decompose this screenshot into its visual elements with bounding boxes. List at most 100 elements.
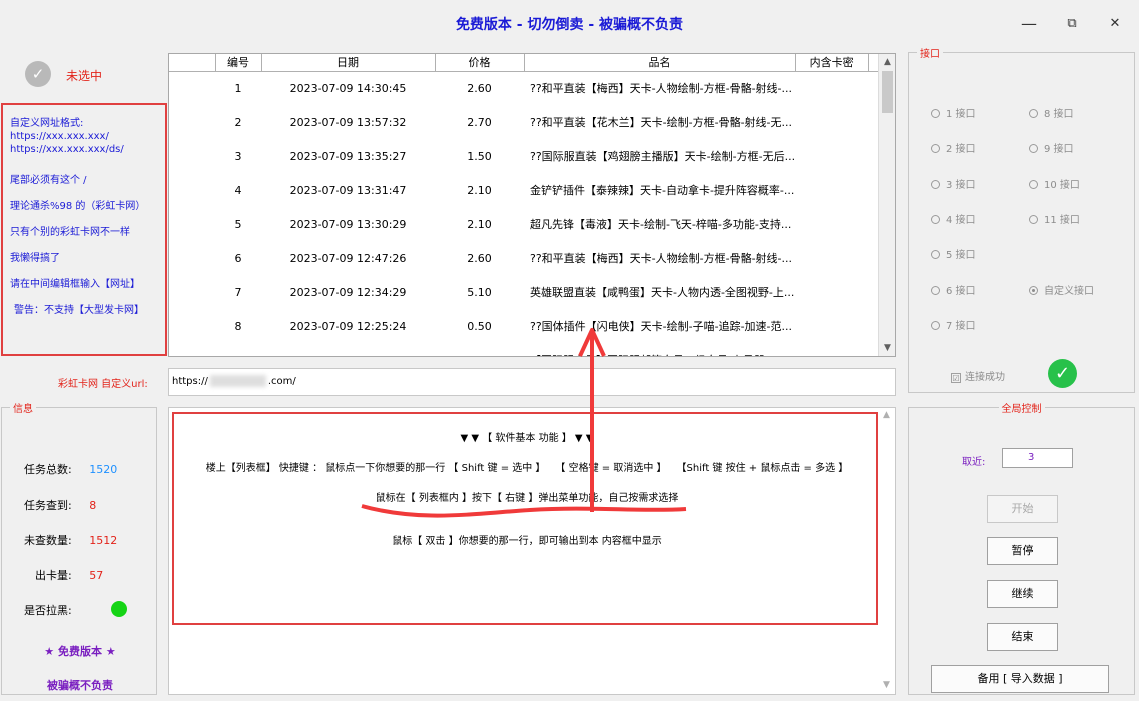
interface-option[interactable]: 5 接口 [931,246,976,261]
guide-double-click: 鼠标【 双击 】你想要的那一行，即可输出到本 内容框中显示 [392,536,662,547]
blacklist-label: 是否拉黑: [24,604,72,617]
radio-icon[interactable] [931,320,940,330]
window-title: 免费版本 - 切勿倒卖 - 被骗概不负责 [455,17,684,33]
blacklist-status-dot [111,601,127,617]
total-label: 任务总数: [24,463,72,476]
help-compat: 理论通杀%98 的（彩虹卡网） [10,201,146,212]
table-row[interactable]: 6 2023-07-09 12:47:26 2.60 ??和平直装【梅西】天卡-人物绘… [169,241,886,275]
radio-icon[interactable] [931,250,940,260]
selection-status-text: 未选中 [66,69,103,83]
interface-option[interactable]: 10 接口 [1029,176,1080,191]
cell-id: 7 [234,285,242,299]
connected-check-icon: ✓ [1048,359,1077,388]
cell-date: 2023-07-09 12:47:26 [289,251,407,265]
interface-option[interactable]: 1 接口 [931,105,976,120]
interface-option-label: 1 接口 [946,109,976,120]
col-id[interactable]: 编号 [215,54,262,72]
radio-icon[interactable] [931,179,940,189]
guide-shortcuts: 楼上【列表框】 快捷键 ： 鼠标点一下你想要的那一行 【 Shift 键 = 选… [205,463,849,474]
output-scrollbar[interactable]: ▲ ▼ [878,408,895,694]
cards-label: 出卡量: [35,569,72,582]
radio-icon[interactable] [1029,285,1038,295]
cell-blank [169,309,215,343]
interface-option-label: 自定义接口 [1044,285,1094,297]
interface-legend: 接口 [920,49,940,60]
table-row[interactable]: 2 2023-07-09 13:57:32 2.70 ??和平直装【花木兰】天卡-绘制… [169,105,886,139]
guide-heading: ▼ ▼ 【 软件基本 功能 】 ▼ ▼ [460,433,594,444]
table-row[interactable]: 3 2023-07-09 13:35:27 1.50 ??国际服直装【鸡翅膀主播版】天… [169,139,886,173]
table-row[interactable]: 1 2023-07-09 14:30:45 2.60 ??和平直装【梅西】天卡-人物绘… [169,71,886,105]
col-secret[interactable]: 内含卡密 [795,54,869,72]
info-panel: 信息 任务总数: 1520 任务查到: 8 未查数量: 1512 出卡量: 57… [1,400,157,695]
output-scroll-down-icon[interactable]: ▼ [878,680,895,690]
pause-button[interactable]: 暂停 [987,537,1058,565]
interface-option-label: 8 接口 [1044,109,1074,120]
start-button[interactable]: 开始 [987,495,1058,523]
interface-option[interactable]: 7 接口 [931,317,976,332]
cell-secret [795,139,868,173]
table-row[interactable]: 92023-07-09 12:20:511.34【国际服白号】国际服邮箱白号-0… [169,343,886,357]
cell-id: 8 [234,319,242,333]
radio-icon[interactable] [931,285,940,295]
maximize-button[interactable]: ⧉ [1052,10,1092,38]
interface-option[interactable]: 6 接口 [931,282,976,297]
radio-icon[interactable] [931,144,940,154]
interface-option[interactable]: 自定义接口 [1029,282,1094,297]
cell-date: 2023-07-09 13:35:27 [289,149,407,163]
interface-option[interactable]: 3 接口 [931,176,976,191]
cell-secret [795,275,868,309]
function-guide: ▼ ▼ 【 软件基本 功能 】 ▼ ▼ 楼上【列表框】 快捷键 ： 鼠标点一下你… [172,412,878,625]
scroll-thumb[interactable] [882,71,893,113]
radio-icon[interactable] [1029,144,1038,154]
interface-option-label: 10 接口 [1044,179,1080,191]
interface-option[interactable]: 2 接口 [931,140,976,155]
table-row[interactable]: 7 2023-07-09 12:34:29 5.10 英雄联盟直装【咸鸭蛋】天卡-人物… [169,275,886,309]
interface-option[interactable]: 9 接口 [1029,140,1074,155]
import-data-button[interactable]: 备用 [ 导入数据 ] [931,665,1109,693]
help-exception: 只有个别的彩虹卡网不一样 [10,227,130,238]
output-textbox[interactable]: ▼ ▼ 【 软件基本 功能 】 ▼ ▼ 楼上【列表框】 快捷键 ： 鼠标点一下你… [168,407,896,695]
cell-price: 2.10 [467,183,492,197]
table-row[interactable]: 5 2023-07-09 13:30:29 2.10 超凡先锋【毒液】天卡-绘制-飞天… [169,207,886,241]
interface-option[interactable]: 8 接口 [1029,105,1074,120]
radio-icon[interactable] [1029,109,1038,118]
cell-blank [169,71,215,105]
table-row[interactable]: 8 2023-07-09 12:25:24 0.50 ??国体插件【闪电侠】天卡-绘制… [169,309,886,343]
radio-icon[interactable] [931,214,940,224]
unchecked-label: 未查数量: [24,534,72,547]
radio-icon[interactable] [1029,214,1038,224]
order-list[interactable]: 编号 日期 价格 品名 内含卡密 1 2023-07-09 14:30:45 2.6… [168,53,896,357]
help-panel: 自定义网址格式: https://xxx.xxx.xxx/ https://xx… [1,103,167,356]
resume-button[interactable]: 继续 [987,580,1058,608]
scroll-up-icon[interactable]: ▲ [879,54,895,70]
cell-blank [169,139,215,173]
output-scroll-up-icon[interactable]: ▲ [878,410,895,420]
url-suffix: .com/ [267,376,296,387]
close-button[interactable]: ✕ [1095,10,1135,38]
cell-name: 【国际服白号】国际服邮箱白号-0级白号-上号器一... [524,343,795,356]
url-redacted [209,375,266,387]
end-button[interactable]: 结束 [987,623,1058,651]
disclaimer-label: 被骗概不负责 [47,679,113,692]
cell-name: 超凡先锋【毒液】天卡-绘制-飞天-梓喵-多功能-支持... [530,218,792,231]
interface-option-label: 9 接口 [1044,144,1074,156]
cell-name: ??国体插件【闪电侠】天卡-绘制-子喵-追踪-加速-范... [530,320,793,333]
minimize-button[interactable]: — [1009,10,1049,38]
cell-secret [795,173,868,207]
table-scrollbar[interactable]: ▲ ▼ [878,54,895,356]
col-name[interactable]: 品名 [524,54,796,72]
interface-option[interactable]: 11 接口 [1029,211,1080,226]
scroll-down-icon[interactable]: ▼ [879,340,895,356]
near-label: 取近: [962,457,986,468]
cell-name: 英雄联盟直装【咸鸭蛋】天卡-人物内透-全图视野-上... [530,286,795,299]
near-input[interactable]: 3 [1002,448,1073,468]
radio-icon[interactable] [1029,179,1038,189]
col-price[interactable]: 价格 [435,54,525,72]
cell-price: 0.50 [467,319,492,333]
radio-icon[interactable] [931,109,940,118]
cell-id: 6 [234,251,242,265]
interface-option[interactable]: 4 接口 [931,211,976,226]
url-input[interactable]: https:// .com/ [168,368,896,396]
col-date[interactable]: 日期 [261,54,436,72]
table-row[interactable]: 4 2023-07-09 13:31:47 2.10 金铲铲插件【泰辣辣】天卡-自动拿… [169,173,886,207]
